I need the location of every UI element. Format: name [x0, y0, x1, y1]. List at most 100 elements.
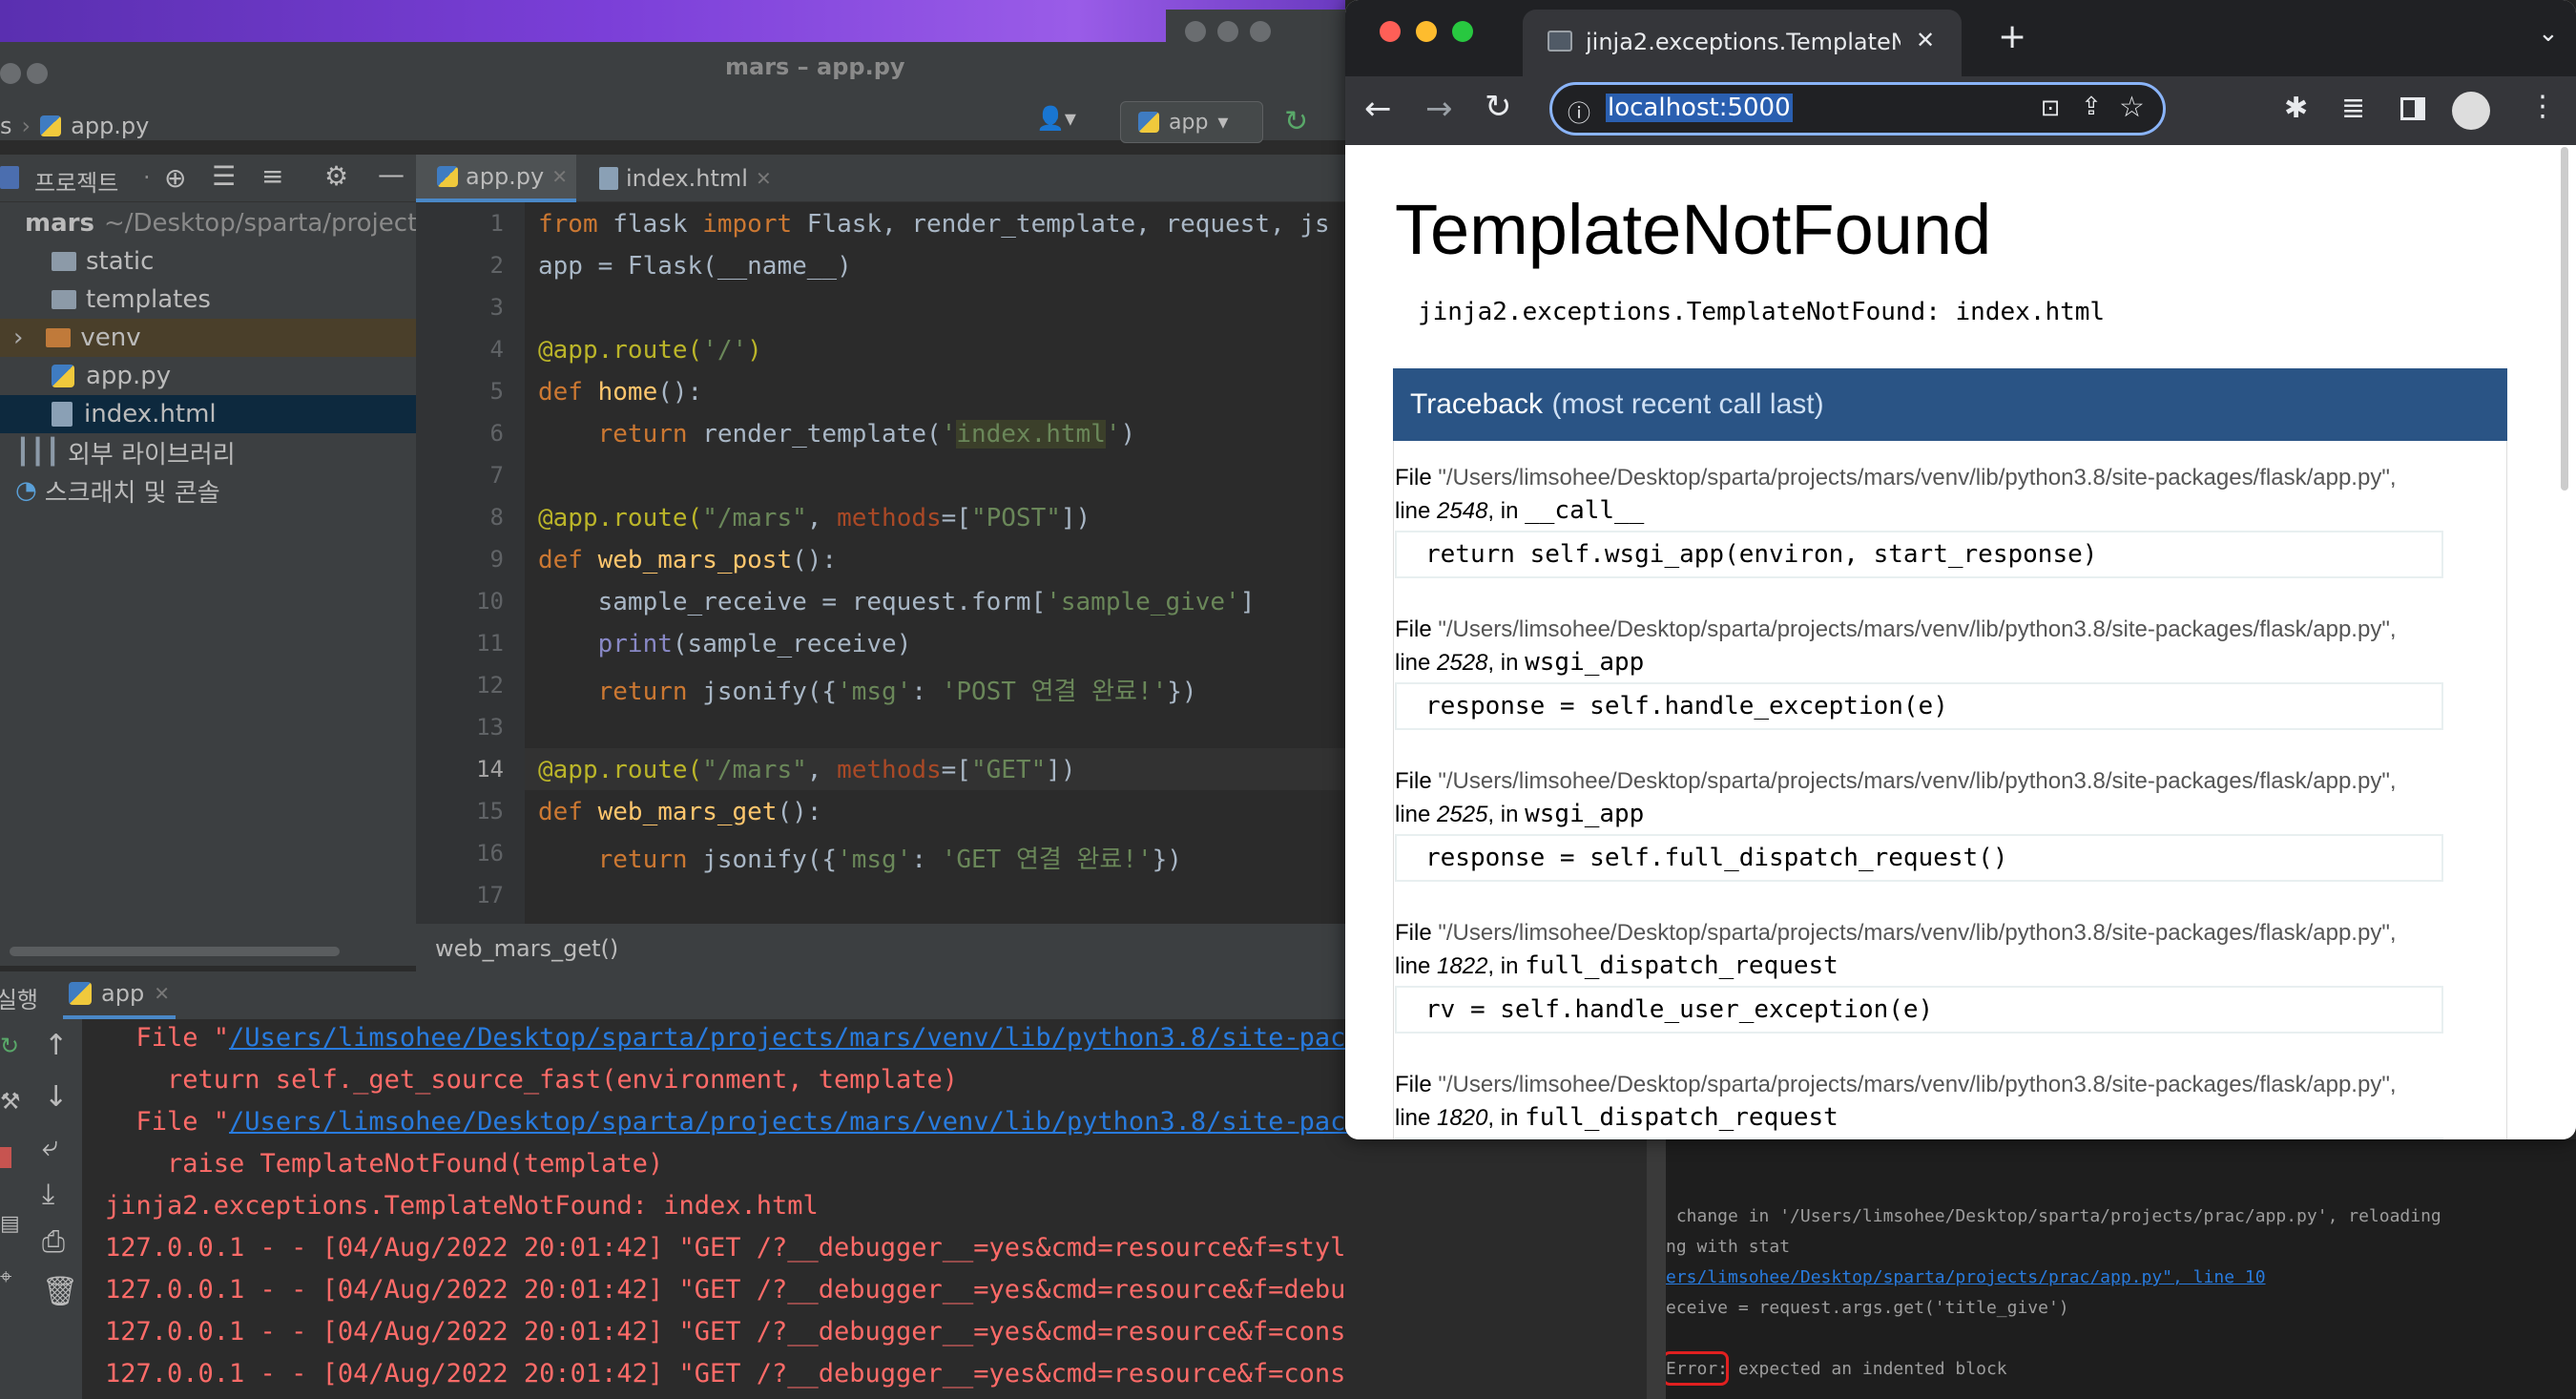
line-number[interactable]: 16	[427, 840, 504, 867]
line-number[interactable]: 8	[427, 504, 504, 531]
python-file-icon	[52, 365, 74, 387]
tree-item-venv[interactable]: › venv	[0, 319, 416, 357]
close-icon[interactable]: ✕	[756, 167, 772, 190]
line-number[interactable]: 7	[427, 462, 504, 489]
new-tab-icon[interactable]: +	[1998, 17, 2026, 56]
scroll-to-end-icon[interactable]: ⤓	[42, 1178, 54, 1211]
tree-item-scratches[interactable]: ◔ 스크래치 및 콘솔	[0, 471, 416, 510]
breadcrumb-root[interactable]: s	[0, 113, 12, 139]
breadcrumb-file[interactable]: app.py	[71, 113, 149, 139]
frame-source-line[interactable]: rv = self.handle_user_exception(e)	[1395, 986, 2443, 1034]
line-number[interactable]: 5	[427, 378, 504, 405]
address-bar[interactable]: ⓘ localhost:5000 ⊡ ⇪ ☆	[1549, 82, 2166, 136]
line-number[interactable]: 10	[427, 588, 504, 615]
frame-source-line[interactable]: return self.wsgi_app(environ, start_resp…	[1395, 531, 2443, 578]
media-control-icon[interactable]: ≣	[2341, 92, 2365, 125]
more-menu-icon[interactable]: ⋮	[2528, 90, 2557, 123]
tab-index-html[interactable]: index.html ✕	[588, 155, 779, 202]
close-icon[interactable]: ✕	[551, 165, 568, 188]
wrench-icon[interactable]: ⚒	[0, 1088, 21, 1115]
window-button[interactable]	[1250, 21, 1271, 42]
chevron-down-icon[interactable]: ⌄	[2538, 19, 2559, 48]
window-button[interactable]	[27, 63, 48, 84]
tree-item-app-py[interactable]: app.py	[0, 357, 416, 395]
rerun-icon[interactable]: ↻	[0, 1033, 19, 1059]
line-number[interactable]: 3	[427, 294, 504, 321]
minimize-icon[interactable]: —	[378, 158, 405, 190]
line-number[interactable]: 9	[427, 546, 504, 573]
layout-icon[interactable]: ▤	[0, 1212, 20, 1236]
console-file-link[interactable]: /Users/limsohee/Desktop/sparta/projects/…	[229, 1107, 1361, 1137]
minimize-window-button[interactable]	[1416, 21, 1437, 42]
tree-root[interactable]: mars ~/Desktop/sparta/project	[0, 204, 417, 242]
chevron-right-icon[interactable]: ›	[13, 324, 23, 352]
frame-source-line[interactable]: rv = self.dispatch_request()	[1395, 1138, 2443, 1139]
frame-file-path: "/Users/limsohee/Desktop/sparta/projects…	[1438, 768, 2397, 794]
frame-source-line[interactable]: response = self.full_dispatch_request()	[1395, 834, 2443, 882]
run-tab-app[interactable]: app ✕	[63, 971, 176, 1019]
editor-tab-bar: app.py ✕ index.html ✕	[416, 155, 1345, 202]
collapse-all-icon[interactable]: ≡	[261, 160, 283, 192]
url-text[interactable]: localhost:5000	[1606, 94, 1793, 122]
close-window-button[interactable]	[1380, 21, 1401, 42]
expand-all-icon[interactable]: ☰	[212, 160, 236, 192]
tree-item-index-html[interactable]: index.html	[0, 395, 416, 433]
share-icon[interactable]: ⇪	[2081, 93, 2102, 121]
horizontal-scrollbar[interactable]	[10, 947, 340, 956]
locate-icon[interactable]: ⊕	[164, 162, 186, 194]
maximize-window-button[interactable]	[1452, 21, 1473, 42]
rerun-icon[interactable]: ↻	[1284, 105, 1308, 138]
translate-icon[interactable]: ⊡	[2041, 94, 2060, 121]
browser-tab[interactable]: jinja2.exceptions.TemplateNotF ✕	[1523, 10, 1962, 76]
line-number[interactable]: 17	[427, 882, 504, 908]
console-file-link[interactable]: /Users/limsohee/Desktop/sparta/projects/…	[229, 1023, 1361, 1053]
python-file-icon	[40, 115, 62, 136]
soft-wrap-icon[interactable]: ⤶	[42, 1130, 58, 1163]
library-icon: ┃┃┃	[15, 438, 60, 467]
window-button[interactable]	[0, 63, 21, 84]
line-number[interactable]: 12	[427, 672, 504, 699]
tab-app-py[interactable]: app.py ✕	[416, 155, 576, 202]
window-button[interactable]	[1217, 21, 1238, 42]
vertical-scrollbar[interactable]	[1647, 1139, 1666, 1399]
line-number[interactable]: 6	[427, 420, 504, 447]
line-number[interactable]: 1	[427, 210, 504, 237]
extensions-icon[interactable]: ✱	[2284, 92, 2308, 125]
info-icon[interactable]: ⓘ	[1568, 94, 1590, 128]
reload-icon[interactable]: ↻	[1485, 88, 1512, 126]
line-number[interactable]: 14	[427, 756, 504, 783]
code-editor[interactable]: from flask import Flask, render_template…	[525, 202, 1345, 924]
close-icon[interactable]: ✕	[154, 982, 170, 1005]
back-icon[interactable]: ←	[1364, 90, 1392, 128]
function-crumb[interactable]: web_mars_get()	[435, 935, 618, 962]
tree-item-static[interactable]: static	[0, 242, 416, 281]
gear-icon[interactable]: ⚙	[324, 160, 348, 192]
close-icon[interactable]: ✕	[1916, 27, 1935, 53]
vertical-scrollbar[interactable]	[2561, 147, 2568, 491]
user-icon[interactable]: 👤▾	[1036, 105, 1076, 132]
code-line-16: return jsonify({'msg': 'GET 연결 완료!'})	[538, 846, 1182, 874]
print-icon[interactable]: ⎙	[42, 1225, 65, 1259]
arrow-down-icon[interactable]: ↓	[44, 1080, 68, 1114]
line-number[interactable]: 11	[427, 630, 504, 657]
window-button[interactable]	[1185, 21, 1206, 42]
stop-icon[interactable]	[0, 1147, 11, 1168]
avatar[interactable]	[2452, 92, 2490, 130]
project-tab-label[interactable]: 프로젝트	[34, 164, 118, 198]
frame-source-line[interactable]: response = self.handle_exception(e)	[1395, 682, 2443, 730]
line-number[interactable]: 2	[427, 252, 504, 279]
dropdown-icon[interactable]: ·	[143, 164, 151, 191]
line-number[interactable]: 4	[427, 336, 504, 363]
run-config-selector[interactable]: app ▾	[1120, 101, 1263, 143]
pin-icon[interactable]: ⌖	[0, 1265, 11, 1289]
sidepanel-icon[interactable]	[2400, 97, 2425, 120]
arrow-up-icon[interactable]: ↑	[44, 1029, 68, 1062]
bookmark-star-icon[interactable]: ☆	[2119, 91, 2145, 124]
line-number[interactable]: 15	[427, 798, 504, 825]
trash-icon[interactable]: 🗑	[42, 1275, 78, 1308]
tree-item-external-libs[interactable]: ┃┃┃ 외부 라이브러리	[0, 433, 416, 471]
tree-item-templates[interactable]: templates	[0, 281, 416, 319]
run-config-label: app	[1169, 110, 1209, 135]
line-number[interactable]: 13	[427, 714, 504, 741]
forward-icon[interactable]: →	[1425, 90, 1453, 128]
